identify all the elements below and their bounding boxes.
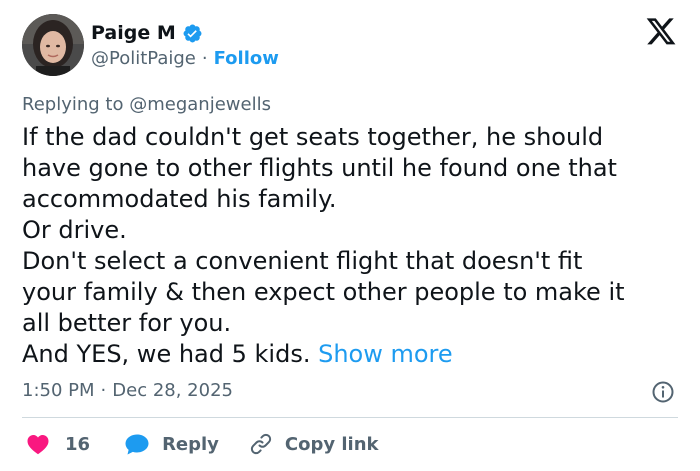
tweet-text-line: If the dad couldn't get seats together, … [22,123,604,151]
reply-context: Replying to @meganjewells [22,92,271,118]
avatar-image [22,14,84,76]
author-handle[interactable]: @PolitPaige [91,46,196,72]
reply-button[interactable]: Reply [124,432,219,456]
action-bar: 16 Reply Copy link [22,430,379,458]
show-more-link[interactable]: Show more [318,340,453,368]
timestamp-date: Dec 28, 2025 [112,380,233,401]
tweet-text-line: And YES, we had 5 kids. [22,340,311,368]
tweet-text-line: accommodated his family. [22,185,337,213]
tweet-text: If the dad couldn't get seats together, … [22,122,682,370]
reply-context-prefix: Replying to [22,94,124,115]
timestamp-separator: · [100,380,107,401]
tweet-text-line: all better for you. [22,309,232,337]
reply-label: Reply [162,433,219,455]
author-name-row: Paige M [91,19,203,47]
x-logo-icon[interactable] [645,18,677,48]
verified-badge-icon [182,23,203,44]
copy-link-label: Copy link [284,433,379,455]
reply-context-mention[interactable]: @meganjewells [129,94,271,115]
tweet-text-line: Or drive. [22,216,127,244]
follow-button[interactable]: Follow [214,46,279,72]
heart-icon [27,435,49,455]
link-icon [250,433,272,455]
tweet-text-line: your family & then expect other people t… [22,278,625,306]
divider [22,417,678,418]
tweet-card: Paige M @PolitPaige · Follow Replying to… [0,0,700,471]
author-display-name[interactable]: Paige M [91,19,176,47]
info-icon[interactable] [651,380,675,404]
tweet-text-line: have gone to other flights until he foun… [22,154,617,182]
handle-separator: · [201,48,208,69]
timestamp-time: 1:50 PM [22,380,95,401]
timestamp[interactable]: 1:50 PM · Dec 28, 2025 [22,378,233,404]
like-button[interactable]: 16 [26,433,90,455]
like-count: 16 [65,433,91,455]
tweet-text-line: Don't select a convenient flight that do… [22,247,583,275]
author-handle-row: @PolitPaige · Follow [91,46,279,72]
copy-link-button[interactable]: Copy link [249,432,379,456]
tweet-text-last-line: And YES, we had 5 kids. Show more [22,339,682,370]
speech-bubble-icon [125,434,149,455]
avatar[interactable] [22,14,84,76]
